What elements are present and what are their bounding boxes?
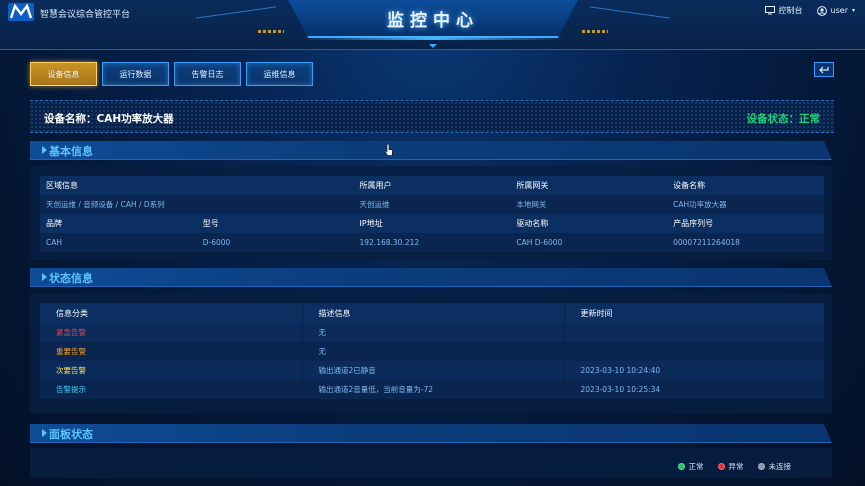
red-dot-icon bbox=[717, 463, 725, 470]
basic-info-value: CAH bbox=[40, 233, 197, 252]
alarm-desc: 输出通道2已静音 bbox=[301, 361, 564, 380]
tab-alarm-log[interactable]: 告警日志 bbox=[174, 62, 241, 86]
alarm-time bbox=[563, 342, 824, 361]
section-basic-info: 基本信息 bbox=[30, 141, 832, 160]
app-title: 智慧会议综合管控平台 bbox=[40, 10, 131, 20]
monitor-icon bbox=[764, 6, 775, 15]
logo-icon bbox=[8, 3, 34, 21]
chevron-down-icon: ▾ bbox=[851, 7, 855, 14]
status-header: 信息分类 bbox=[40, 303, 302, 323]
section-title: 基本信息 bbox=[49, 145, 93, 158]
basic-info-header: 设备名称 bbox=[667, 176, 824, 195]
basic-info-header: 驱动名称 bbox=[510, 214, 668, 233]
section-title: 面板状态 bbox=[49, 428, 93, 441]
table-row: 紧急告警 无 bbox=[40, 323, 824, 342]
basic-info-value: 天创运维 / 音频设备 / CAH / D系列 bbox=[40, 195, 354, 214]
caret-down-icon bbox=[429, 44, 437, 48]
header-decoration-right bbox=[590, 6, 670, 32]
back-arrow-icon bbox=[818, 66, 829, 73]
section-arrow-icon bbox=[42, 273, 47, 281]
legend-disconnected: 未连接 bbox=[757, 461, 792, 472]
header-banner-glow bbox=[300, 36, 566, 40]
device-header: 设备名称：CAH功率放大器 设备状态：正常 bbox=[30, 100, 834, 133]
legend-label: 未连接 bbox=[768, 462, 792, 471]
alarm-category-hint: 告警提示 bbox=[40, 380, 302, 399]
tab-run-data[interactable]: 运行数据 bbox=[102, 62, 169, 86]
legend-normal: 正常 bbox=[677, 461, 704, 472]
table-row: 重要告警 无 bbox=[40, 342, 824, 361]
basic-info-value: 192.168.30.212 bbox=[353, 233, 511, 252]
basic-info-value: CAH D-6000 bbox=[510, 233, 668, 252]
basic-info-header: 所属用户 bbox=[353, 176, 511, 195]
alarm-category-urgent: 紧急告警 bbox=[40, 323, 302, 342]
user-menu[interactable]: user ▾ bbox=[816, 5, 855, 16]
user-circle-icon bbox=[816, 5, 827, 16]
basic-info-table: 区域信息 所属用户 所属网关 设备名称 天创运维 / 音频设备 / CAH / … bbox=[40, 176, 824, 252]
alarm-desc: 输出通道2音量低，当前音量为-72 bbox=[301, 380, 564, 399]
alarm-desc: 无 bbox=[301, 323, 564, 342]
gray-dot-icon bbox=[757, 463, 765, 470]
alarm-time: 2023-03-10 10:25:34 bbox=[563, 380, 824, 399]
legend-label: 正常 bbox=[688, 462, 704, 471]
basic-info-value: D-6000 bbox=[196, 233, 354, 252]
basic-info-header: 所属网关 bbox=[510, 176, 668, 195]
basic-info-header: 区域信息 bbox=[40, 176, 354, 195]
tab-device-info[interactable]: 设备信息 bbox=[30, 62, 97, 86]
tab-bar: 设备信息 运行数据 告警日志 运维信息 bbox=[30, 62, 313, 86]
status-header: 描述信息 bbox=[301, 303, 564, 323]
alarm-category-major: 重要告警 bbox=[40, 342, 302, 361]
alarm-time bbox=[563, 323, 824, 342]
page-title: 监控中心 bbox=[387, 11, 479, 31]
status-legend: 正常 异常 未连接 bbox=[677, 461, 792, 472]
section-panel-state: 面板状态 bbox=[30, 424, 832, 443]
basic-info-value: 天创运维 bbox=[353, 195, 511, 214]
tab-maintenance-info[interactable]: 运维信息 bbox=[246, 62, 313, 86]
device-status: 设备状态：正常 bbox=[746, 113, 821, 125]
header-dots-left bbox=[258, 30, 284, 33]
header-decoration-left bbox=[196, 6, 276, 32]
basic-info-header: 品牌 bbox=[40, 214, 197, 233]
basic-info-value: 00007211264018 bbox=[667, 233, 824, 252]
basic-info-header: 产品序列号 bbox=[667, 214, 824, 233]
table-row: 次要告警 输出通道2已静音 2023-03-10 10:24:40 bbox=[40, 361, 824, 380]
section-status-info: 状态信息 bbox=[30, 268, 832, 287]
alarm-desc: 无 bbox=[301, 342, 564, 361]
alarm-category-minor: 次要告警 bbox=[40, 361, 302, 380]
top-bar: 智慧会议综合管控平台 监控中心 控制台 user ▾ bbox=[0, 0, 865, 50]
basic-info-value: CAH功率放大器 bbox=[667, 195, 824, 214]
section-arrow-icon bbox=[42, 429, 47, 437]
status-info-table: 信息分类 描述信息 更新时间 紧急告警 无 重要告警 无 次要告警 输出通道2已… bbox=[40, 303, 824, 399]
header-dots-right bbox=[582, 30, 608, 33]
table-row: 告警提示 输出通道2音量低，当前音量为-72 2023-03-10 10:25:… bbox=[40, 380, 824, 399]
alarm-time: 2023-03-10 10:24:40 bbox=[563, 361, 824, 380]
basic-info-value: 本地网关 bbox=[510, 195, 668, 214]
legend-abnormal: 异常 bbox=[717, 461, 744, 472]
device-name: 设备名称：CAH功率放大器 bbox=[44, 113, 174, 125]
back-button[interactable] bbox=[814, 62, 834, 77]
basic-info-header: 型号 bbox=[196, 214, 354, 233]
status-header: 更新时间 bbox=[563, 303, 824, 323]
console-link[interactable]: 控制台 bbox=[764, 5, 803, 16]
user-label: user bbox=[830, 6, 848, 15]
legend-label: 异常 bbox=[728, 462, 744, 471]
green-dot-icon bbox=[677, 463, 685, 470]
basic-info-header: IP地址 bbox=[353, 214, 511, 233]
section-title: 状态信息 bbox=[49, 272, 93, 285]
console-label: 控制台 bbox=[778, 6, 803, 15]
mouse-cursor-icon bbox=[384, 143, 393, 156]
section-arrow-icon bbox=[42, 146, 47, 154]
